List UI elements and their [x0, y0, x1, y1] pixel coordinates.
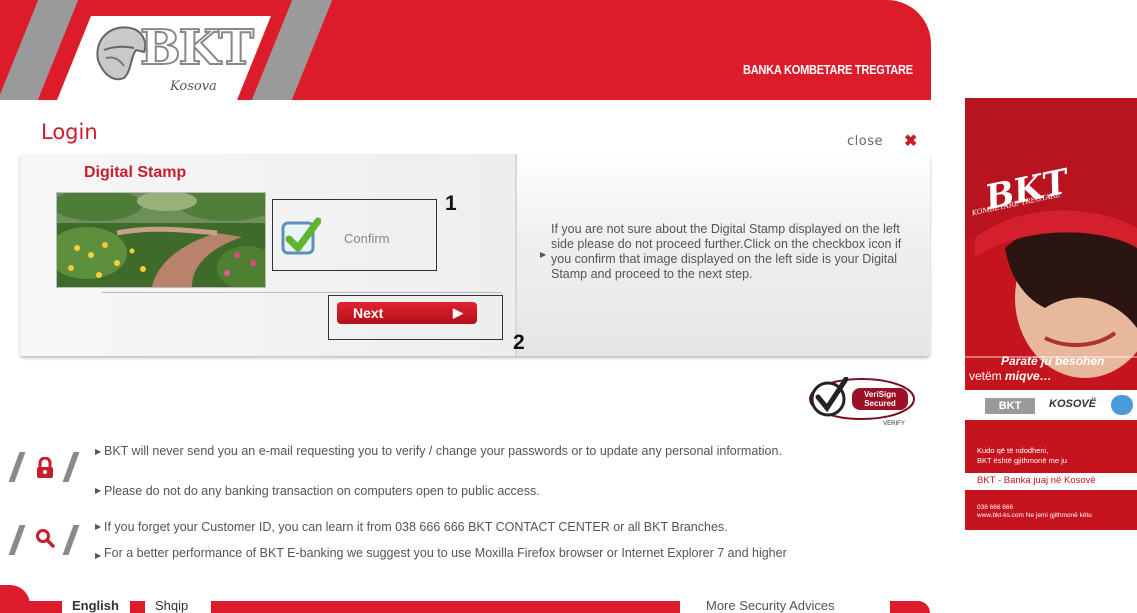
next-button-label: Next	[353, 305, 384, 321]
close-icon[interactable]: ✖	[904, 131, 917, 151]
confirm-checkbox-icon[interactable]	[281, 217, 322, 257]
ad-phone: 038 666 666	[977, 504, 1014, 511]
ad-background	[965, 98, 1137, 473]
stamp-title: Digital Stamp	[84, 164, 187, 181]
slash-decoration	[8, 452, 26, 482]
ad-strip-country: KOSOVË	[1049, 398, 1097, 410]
language-shqip[interactable]: Shqip	[145, 595, 211, 613]
bullet-icon: ▶	[95, 447, 102, 456]
ad-strip-logo: BKT	[985, 398, 1035, 414]
language-shqip-label: Shqip	[155, 598, 189, 613]
stamp-instructions: If you are not sure about the Digital St…	[551, 222, 902, 281]
slash-decoration	[62, 525, 80, 555]
bank-name: BANKA KOMBETARE TREGTARE	[743, 62, 913, 77]
logo-subtitle: Kosova	[170, 79, 217, 94]
close-link[interactable]: close	[847, 134, 883, 149]
verisign-line3: VERIFY	[883, 421, 905, 427]
digital-stamp-image	[56, 192, 266, 288]
security-note: If you forget your Customer ID, you can …	[104, 520, 728, 534]
slash-decoration	[62, 452, 80, 482]
ad-footer[interactable]: 038 666 666 www.bkt-ks.com Ne jemi gjith…	[965, 490, 1137, 530]
ad-site: www.bkt-ks.com Ne jemi gjithmonë këtu	[977, 512, 1092, 519]
verisign-line1: VeriSign	[864, 390, 896, 399]
more-security-advices-link[interactable]: More Security Advices	[680, 595, 890, 613]
language-english[interactable]: English	[62, 595, 130, 613]
footer-corner	[0, 585, 30, 613]
search-icon	[35, 528, 55, 548]
security-note: BKT will never send you an e-mail reques…	[104, 444, 782, 458]
security-note: Please do not do any banking transaction…	[104, 484, 540, 498]
bullet-icon: ▶	[540, 250, 547, 259]
ad-text-1: Kudo që të ndodheni,	[977, 446, 1049, 455]
bullet-icon: ▶	[95, 551, 102, 560]
page-title: Login	[41, 120, 98, 144]
next-button[interactable]: Next ▶	[337, 302, 477, 324]
ad-slogan-1: Paratë ju besohen	[1001, 354, 1105, 368]
bullet-icon: ▶	[95, 522, 102, 531]
verisign-line2: Secured	[864, 399, 896, 408]
divider	[102, 292, 502, 293]
advertisement-banner[interactable]: BKT KOMBETARE TREGTARE Paratë ju besohen…	[965, 98, 1137, 473]
ad-slogan-2-em: miqve…	[1005, 369, 1052, 383]
lock-icon	[35, 456, 55, 479]
more-security-label: More Security Advices	[706, 598, 835, 613]
header-stripe	[251, 0, 333, 100]
annotation-1: 1	[445, 192, 457, 215]
security-note: For a better performance of BKT E-bankin…	[104, 546, 787, 560]
logo-text: BKT	[139, 19, 255, 77]
confirm-label[interactable]: Confirm	[344, 231, 390, 246]
annotation-2: 2	[513, 331, 525, 354]
play-arrow-icon: ▶	[453, 305, 463, 320]
bullet-icon: ▶	[95, 486, 102, 495]
ad-slogan-2: vetëm miqve…	[969, 369, 1052, 383]
verisign-seal[interactable]: VeriSign Secured VERIFY	[806, 376, 918, 427]
ad-slogan-2-prefix: vetëm	[969, 369, 1006, 383]
language-english-label: English	[72, 598, 119, 613]
ad-partner-logo-icon	[1111, 395, 1133, 415]
ad-text-2: BKT është gjithmonë me ju	[977, 456, 1067, 465]
ad-text-3: BKT - Banka juaj në Kosovë	[977, 475, 1096, 486]
slash-decoration	[8, 525, 26, 555]
